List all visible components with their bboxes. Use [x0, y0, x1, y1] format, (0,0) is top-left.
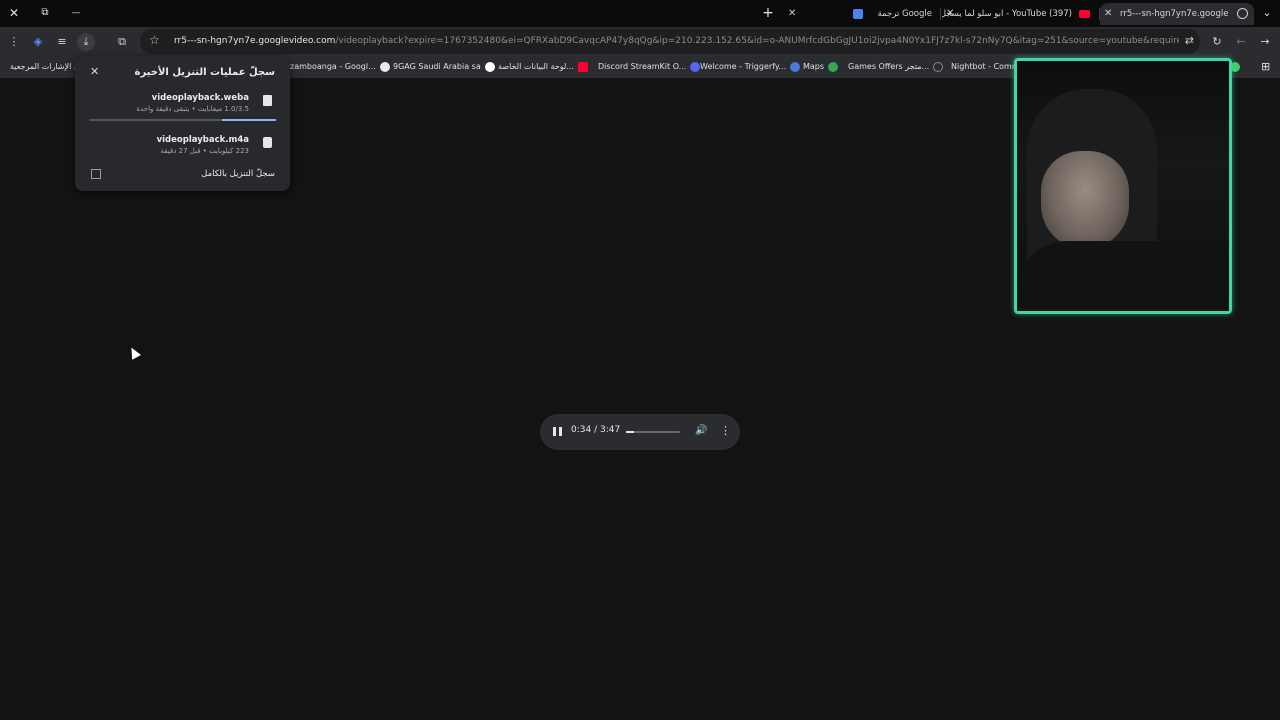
download-progress-bar — [89, 119, 276, 121]
window-close-button[interactable]: ✕ — [4, 4, 24, 22]
tab-youtube[interactable]: ✕ ابو سلو لما يسجل - YouTube (397) — [942, 3, 1096, 25]
bookmark-label: Maps — [803, 62, 825, 71]
bookmark-all-bookmarks[interactable]: كل الإشارات المرجعية — [10, 59, 84, 75]
toolbar: ⋮ ◈ ≡ ⤓ ⧉ ☆ rr5---sn-hgn7yn7e.googlevide… — [0, 27, 1280, 56]
window-minimize-button[interactable]: — — [66, 4, 86, 22]
reload-icon[interactable]: ↻ — [1208, 33, 1226, 51]
tab-active-videoplayback[interactable]: ✕ rr5---sn-hgn7yn7e.googlev — [1100, 3, 1254, 25]
youtube-icon — [1079, 10, 1090, 18]
download-item-status: 1.0/3.5 ميغابايت • يتبقى دقيقة واحدة — [136, 105, 249, 113]
tab-search-button[interactable]: ⌄ — [1257, 4, 1277, 22]
reading-list-icon[interactable]: ≡ — [53, 33, 71, 51]
menu-icon[interactable]: ⋮ — [5, 33, 23, 51]
seek-slider[interactable] — [626, 431, 680, 433]
bookmark-label: Games Offers متجر... — [848, 62, 930, 71]
omnibox[interactable]: ☆ rr5---sn-hgn7yn7e.googlevideo.com/vide… — [140, 29, 1200, 54]
back-icon[interactable]: → — [1256, 33, 1274, 51]
bookmark-maps[interactable]: Maps — [803, 59, 839, 75]
close-icon[interactable]: ✕ — [788, 3, 796, 25]
bookmark-zamboanga[interactable]: zamboanga - Googl... — [290, 59, 390, 75]
bookmark-label: 9GAG Saudi Arabia sa — [393, 62, 481, 71]
translate-icon — [853, 9, 863, 19]
download-item-name[interactable]: videoplayback.weba — [152, 93, 249, 103]
google-icon — [379, 61, 390, 72]
bookmark-9gag[interactable]: 9GAG Saudi Arabia sa — [393, 59, 495, 75]
tab-strip: ✕ ⧉ — + ⌄ ✕ ترجمة Google ✕ ابو سلو لما ي… — [0, 0, 1280, 27]
volume-icon[interactable]: 🔊 — [695, 425, 707, 436]
bookmark-discord-streamkit[interactable]: Discord StreamKit O... — [598, 59, 701, 75]
url-host: rr5---sn-hgn7yn7e.googlevideo.com — [174, 36, 336, 46]
bookmark-label: Nightbot - Comm — [951, 62, 1020, 71]
webcam-person-face — [1041, 151, 1129, 249]
store-icon — [933, 61, 944, 72]
url-text[interactable]: rr5---sn-hgn7yn7e.googlevideo.com/videop… — [174, 29, 1179, 54]
discord-icon — [690, 61, 701, 72]
file-icon — [263, 95, 272, 106]
globe-icon — [1237, 8, 1248, 19]
close-icon[interactable]: ✕ — [1104, 3, 1112, 25]
seek-slider-fill — [626, 431, 635, 433]
youtube-icon — [578, 61, 588, 72]
triggerfyre-icon — [790, 61, 801, 72]
bookmark-games-offers[interactable]: Games Offers متجر... — [848, 59, 944, 75]
open-in-new-icon[interactable] — [91, 169, 101, 179]
bookmark-label: zamboanga - Googl... — [290, 62, 376, 71]
url-path: /videoplayback?expire=1767352480&ei=QFRX… — [335, 36, 1179, 46]
show-all-downloads-link[interactable]: سجلّ التنزيل بالكامل — [201, 169, 275, 179]
pause-button[interactable] — [551, 424, 565, 440]
star-icon[interactable]: ☆ — [149, 33, 160, 47]
tab-title: ابو سلو لما يسجل - YouTube (397) — [942, 9, 1072, 19]
download-item-name[interactable]: videoplayback.m4a — [157, 135, 249, 145]
time-display: 0:34 / 3:47 — [571, 425, 621, 435]
extensions-puzzle-icon[interactable]: ⧉ — [113, 33, 131, 51]
more-options-icon[interactable]: ⋮ — [720, 424, 731, 437]
webcam-overlay — [1014, 58, 1232, 314]
download-item-status: 223 كيلوبايت • قبل 27 دقيقة — [160, 147, 249, 155]
new-tab-button[interactable]: + — [758, 4, 778, 22]
forward-icon: ← — [1236, 35, 1246, 48]
tab-title: ترجمة Google — [877, 9, 932, 19]
download-icon[interactable]: ⤓ — [77, 33, 95, 51]
maps-icon — [828, 61, 839, 72]
downloads-title: سجلّ عمليات التنزيل الأخيرة — [134, 67, 275, 78]
9gag-icon — [484, 61, 495, 72]
extension-icon[interactable]: ◈ — [29, 33, 47, 51]
bookmark-label: كل الإشارات المرجعية — [10, 62, 84, 71]
bookmark-nightbot[interactable]: Nightbot - Comm — [951, 59, 1020, 75]
bookmark-label: Discord StreamKit O... — [598, 62, 687, 71]
bookmark-triggerfyre[interactable]: Welcome - Triggerfy... — [700, 59, 801, 75]
mouse-cursor — [127, 345, 141, 360]
bookmark-label: Welcome - Triggerfy... — [700, 62, 787, 71]
tab-google-translate[interactable]: ✕ ترجمة Google — [782, 3, 938, 25]
audio-player: 0:34 / 3:47 🔊 ⋮ — [540, 414, 740, 450]
site-settings-icon[interactable]: ⇄ — [1185, 34, 1194, 47]
download-progress-fill — [221, 119, 276, 121]
bookmark-label: لوحة البيانات الخاصة... — [498, 62, 574, 71]
apps-grid-icon[interactable]: ⊞ — [1261, 59, 1270, 75]
window-restore-button[interactable]: ⧉ — [35, 4, 55, 22]
webcam-person-body — [1017, 241, 1229, 311]
audio-file-icon — [263, 137, 272, 148]
tab-title: rr5---sn-hgn7yn7e.googlev — [1120, 9, 1228, 19]
bookmark-dashboard[interactable]: لوحة البيانات الخاصة... — [498, 59, 588, 75]
browser-window: ✕ ⧉ — + ⌄ ✕ ترجمة Google ✕ ابو سلو لما ي… — [0, 0, 1280, 720]
close-icon[interactable]: ✕ — [90, 65, 99, 78]
tab-separator — [940, 8, 941, 20]
downloads-popup: ✕ سجلّ عمليات التنزيل الأخيرة videoplayb… — [75, 56, 290, 191]
